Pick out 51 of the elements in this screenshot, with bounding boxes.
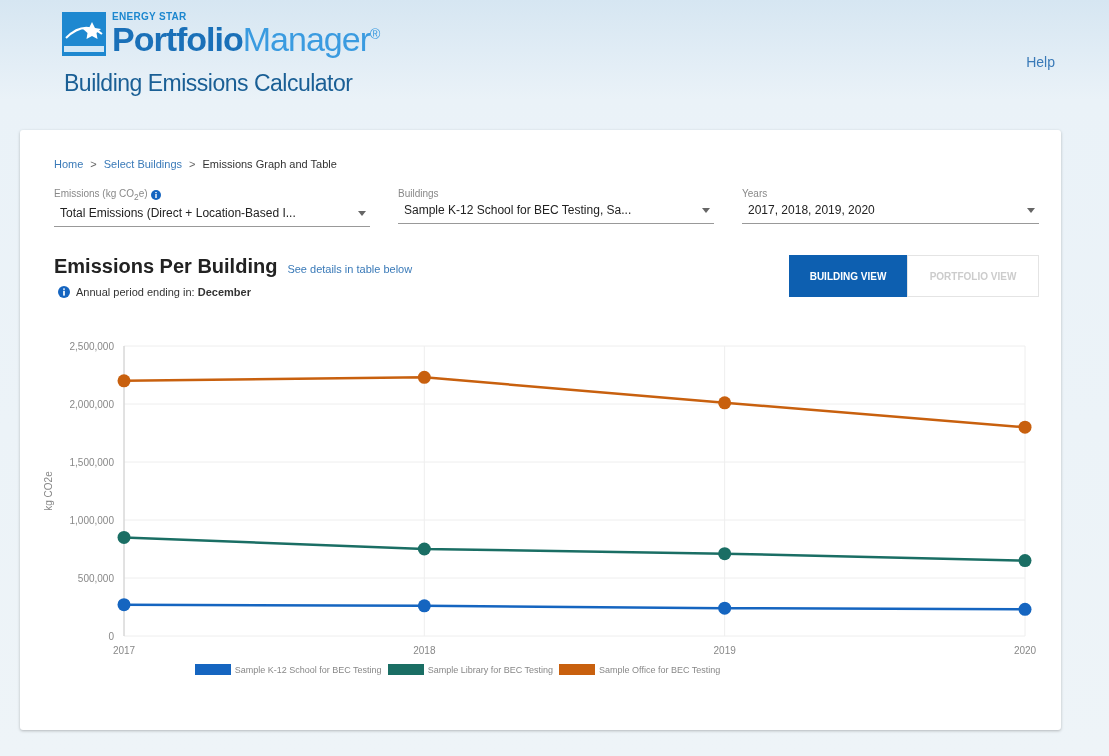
breadcrumb-separator: > <box>189 158 196 170</box>
breadcrumb-link[interactable]: Home <box>54 158 84 170</box>
y-tick-label: 500,000 <box>77 573 114 584</box>
dropdown-field[interactable]: Sample K-12 School for BEC Testing, Sa... <box>398 199 714 224</box>
caret-icon <box>702 207 710 213</box>
data-point <box>417 370 431 384</box>
brand-name: PortfolioManager$^{®}$ <box>112 22 380 56</box>
x-tick-label: 2019 <box>713 645 736 656</box>
info-icon <box>58 286 70 298</box>
x-tick-label: 2017 <box>112 645 136 656</box>
data-point <box>1018 554 1032 568</box>
y-tick-label: 2,500,000 <box>69 341 114 352</box>
brand-tagline: ENERGY STAR <box>112 12 188 22</box>
x-tick-label: 2020 <box>1013 645 1036 656</box>
filter-label: Emissions (kg CO$_{2}$e) <box>54 188 148 202</box>
data-point <box>117 598 131 612</box>
filter-label: Years <box>742 188 768 199</box>
x-tick-label: 2018 <box>413 645 436 656</box>
help-link[interactable]: Help <box>1026 54 1055 70</box>
dropdown-field[interactable]: 2017, 2018, 2019, 2020 <box>742 199 1039 224</box>
app-subtitle: Building Emissions Calculator <box>64 70 354 98</box>
y-tick-label: 1,000,000 <box>69 515 114 526</box>
legend-label: Sample Office for BEC Testing <box>599 664 721 675</box>
data-point <box>1018 602 1032 616</box>
details-link[interactable]: See details in table below <box>287 263 413 275</box>
caret-icon <box>1027 207 1035 213</box>
filter-label: Buildings <box>398 188 439 199</box>
dropdown-field[interactable]: Total Emissions (Direct + Location-Based I... <box>54 202 370 227</box>
period-note: Annual period ending in: December <box>76 286 251 298</box>
data-point <box>117 530 131 544</box>
legend-label: Sample Library for BEC Testing <box>427 664 554 675</box>
caret-icon <box>358 210 366 216</box>
data-point <box>417 599 431 613</box>
breadcrumb-link[interactable]: Select Buildings <box>103 158 183 170</box>
view-toggle-button[interactable]: BUILDING VIEW <box>789 255 907 297</box>
y-tick-label: 1,500,000 <box>69 457 114 468</box>
breadcrumb-separator: > <box>90 158 97 170</box>
energy-star-logo-icon <box>62 12 106 56</box>
info-icon[interactable] <box>150 190 161 200</box>
data-point <box>718 547 732 561</box>
legend-label: Sample K-12 School for BEC Testing <box>234 664 382 675</box>
section-title: Emissions Per Building <box>54 255 278 278</box>
current-page-label: Emissions Graph and Table <box>202 158 337 170</box>
y-axis-title: kg CO2e <box>43 471 54 511</box>
y-tick-label: 0 <box>108 631 114 642</box>
data-point <box>417 542 431 556</box>
data-point <box>718 601 732 615</box>
data-point <box>718 396 732 410</box>
data-point <box>1018 420 1032 434</box>
data-point <box>117 374 131 388</box>
y-tick-label: 2,000,000 <box>69 399 114 410</box>
